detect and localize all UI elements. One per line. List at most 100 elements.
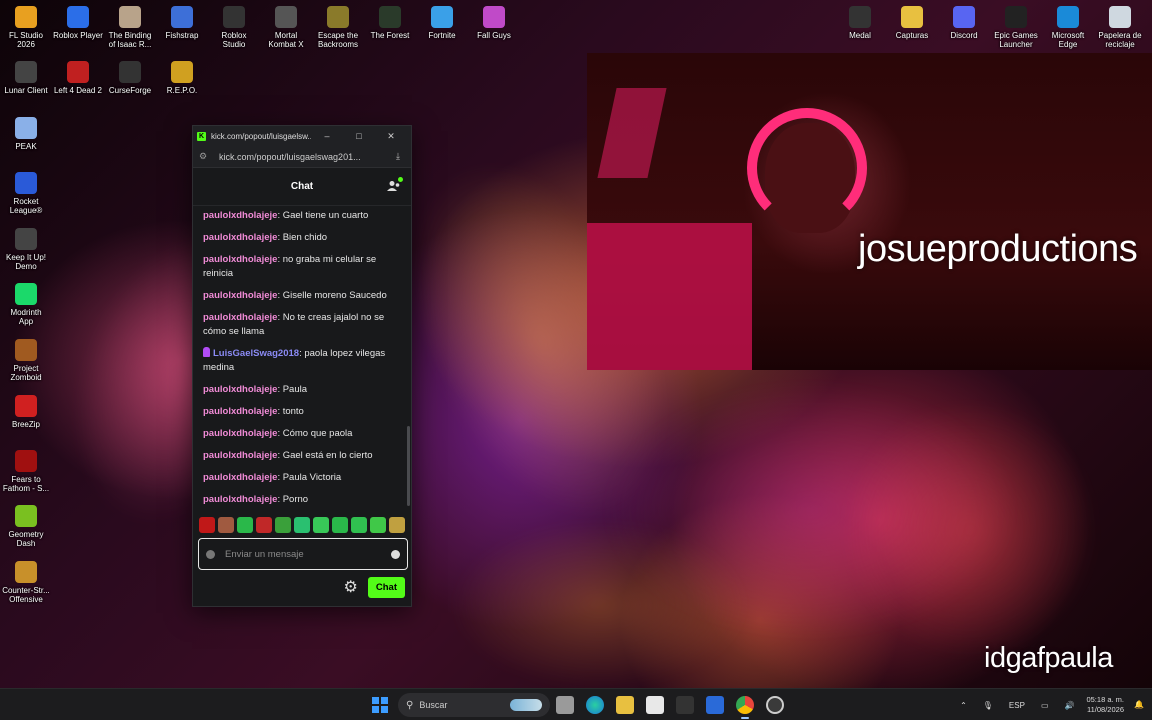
epic-taskbar-icon[interactable] <box>676 696 694 714</box>
chat-input-placeholder[interactable]: Enviar un mensaje <box>225 549 391 560</box>
emote-icon[interactable] <box>370 517 386 533</box>
gear-icon[interactable]: ⚙ <box>344 579 358 596</box>
desktop-shortcut[interactable]: CurseForge <box>100 61 160 95</box>
chat-username[interactable]: paulolxdholajeje <box>203 312 277 323</box>
desktop-shortcut[interactable]: Roblox Studio <box>204 6 264 49</box>
webcam-overlay <box>587 53 1152 370</box>
chat-username[interactable]: paulolxdholajeje <box>203 406 277 417</box>
desktop-shortcut[interactable]: Left 4 Dead 2 <box>48 61 108 95</box>
chrome-taskbar-icon[interactable] <box>736 696 754 714</box>
minimize-button[interactable]: – <box>311 131 343 141</box>
desktop-shortcut-label: Counter-Str... Offensive <box>2 586 50 604</box>
desktop-shortcut[interactable]: Roblox Player <box>48 6 108 40</box>
emote-icon[interactable] <box>218 517 234 533</box>
desktop-shortcut[interactable]: BreeZip <box>0 395 56 429</box>
emote-icon[interactable] <box>294 517 310 533</box>
emote-icon[interactable] <box>237 517 253 533</box>
file-explorer-folder-icon[interactable] <box>556 696 574 714</box>
tray-overflow-icon[interactable]: ⌃ <box>960 701 967 710</box>
close-button[interactable]: ✕ <box>375 131 407 142</box>
emote-icon[interactable] <box>275 517 291 533</box>
chat-input-field[interactable]: Enviar un mensaje <box>198 538 408 570</box>
emote-icon[interactable] <box>389 517 405 533</box>
chat-username[interactable]: paulolxdholajeje <box>203 290 277 301</box>
chat-username[interactable]: paulolxdholajeje <box>203 210 277 221</box>
emote-icon[interactable] <box>351 517 367 533</box>
desktop-shortcut[interactable]: Fall Guys <box>464 6 524 40</box>
desktop-shortcut[interactable]: Microsoft Edge <box>1038 6 1098 49</box>
desktop-shortcut[interactable]: Epic Games Launcher <box>986 6 1046 49</box>
desktop-shortcut[interactable]: Modrinth App <box>0 283 56 326</box>
users-icon[interactable] <box>387 177 403 192</box>
repo-icon <box>171 61 193 83</box>
emote-icon[interactable] <box>332 517 348 533</box>
desktop-shortcut[interactable]: Discord <box>934 6 994 40</box>
desktop-shortcut[interactable]: The Forest <box>360 6 420 40</box>
desktop-shortcut-label: Discord <box>950 31 978 40</box>
chat-message: paulolxdholajeje: Paula Victoria <box>203 471 401 485</box>
edge-taskbar-icon[interactable] <box>586 696 604 714</box>
site-info-icon[interactable]: ⚙ <box>199 151 213 162</box>
desktop-shortcut[interactable]: Rocket League® <box>0 172 56 215</box>
desktop-shortcut[interactable]: Keep It Up! Demo <box>0 228 56 271</box>
desktop-shortcut[interactable]: The Binding of Isaac R... <box>100 6 160 49</box>
volume-icon[interactable]: 🔊 <box>1065 701 1075 710</box>
chat-username[interactable]: paulolxdholajeje <box>203 254 277 265</box>
window-titlebar[interactable]: K kick.com/popout/luisgaelsw... – □ ✕ <box>193 126 411 146</box>
microphone-icon[interactable]: 🎙 <box>983 701 993 710</box>
desktop-shortcut-label: Fortnite <box>428 31 456 40</box>
chat-message: paulolxdholajeje: tonto <box>203 405 401 419</box>
desktop-shortcut[interactable]: Fishstrap <box>152 6 212 40</box>
chat-username[interactable]: LuisGaelSwag2018 <box>213 348 299 359</box>
chat-username[interactable]: paulolxdholajeje <box>203 428 277 439</box>
desktop-shortcut[interactable]: Medal <box>830 6 890 40</box>
taskbar-search[interactable]: ⚲ Buscar <box>398 693 550 717</box>
desktop-shortcut-label: CurseForge <box>108 86 152 95</box>
emote-icon[interactable] <box>313 517 329 533</box>
desktop-shortcut-label: Escape the Backrooms <box>317 31 359 49</box>
emote-icon[interactable] <box>256 517 272 533</box>
obs-taskbar-icon[interactable] <box>766 696 784 714</box>
app-taskbar-icon[interactable] <box>706 696 724 714</box>
desktop-shortcut[interactable]: Project Zomboid <box>0 339 56 382</box>
url-text[interactable]: kick.com/popout/luisgaelswag201... <box>213 152 391 162</box>
chat-username[interactable]: paulolxdholajeje <box>203 384 277 395</box>
desktop-shortcut[interactable]: Fortnite <box>412 6 472 40</box>
desktop-shortcut[interactable]: Papelera de reciclaje <box>1090 6 1150 49</box>
chat-username[interactable]: paulolxdholajeje <box>203 472 277 483</box>
chat-username[interactable]: paulolxdholajeje <box>203 494 277 505</box>
language-indicator[interactable]: ESP <box>1009 701 1025 710</box>
chat-message-list[interactable]: paulolxdholajeje: Gael tiene un cuarto pa… <box>193 207 411 507</box>
desktop-shortcut[interactable]: Fears to Fathom - S... <box>0 450 56 493</box>
maximize-button[interactable]: □ <box>343 131 375 141</box>
desktop-shortcut-label: Rocket League® <box>9 197 43 215</box>
desktop-shortcut[interactable]: Mortal Kombat X <box>256 6 316 49</box>
chat-message: paulolxdholajeje: Cómo que paola <box>203 427 401 441</box>
desktop-shortcut[interactable]: Capturas <box>882 6 942 40</box>
download-icon[interactable]: ⤓ <box>391 151 405 162</box>
counter-strike-icon <box>15 561 37 583</box>
address-bar[interactable]: ⚙ kick.com/popout/luisgaelswag201... ⤓ <box>193 146 411 168</box>
emote-icon[interactable] <box>199 517 215 533</box>
notification-bell-icon[interactable]: 🔔 <box>1134 700 1144 710</box>
discord-icon <box>953 6 975 28</box>
send-chat-button[interactable]: Chat <box>367 577 405 598</box>
clock[interactable]: 05:18 a. m. 11/08/2026 <box>1086 695 1124 715</box>
chat-settings-dot-icon[interactable] <box>206 549 215 559</box>
desktop-shortcut[interactable]: Geometry Dash <box>0 505 56 548</box>
desktop-shortcut-label: Papelera de reciclaje <box>1098 31 1142 49</box>
chat-scrollbar[interactable] <box>407 426 410 506</box>
chat-username[interactable]: paulolxdholajeje <box>203 232 277 243</box>
windows-start-icon[interactable] <box>372 697 388 713</box>
network-icon[interactable]: ▭ <box>1041 701 1049 710</box>
chat-message: paulolxdholajeje: Porno <box>203 493 401 507</box>
desktop-shortcut[interactable]: Escape the Backrooms <box>308 6 368 49</box>
emoji-picker-icon[interactable] <box>391 549 400 559</box>
store-taskbar-icon[interactable] <box>646 696 664 714</box>
chat-username[interactable]: paulolxdholajeje <box>203 450 277 461</box>
desktop-shortcut[interactable]: R.E.P.O. <box>152 61 212 95</box>
folder-taskbar-icon[interactable] <box>616 696 634 714</box>
desktop-shortcut[interactable]: PEAK <box>0 117 56 151</box>
desktop-shortcut[interactable]: Counter-Str... Offensive <box>0 561 56 604</box>
headset-icon <box>747 108 867 228</box>
